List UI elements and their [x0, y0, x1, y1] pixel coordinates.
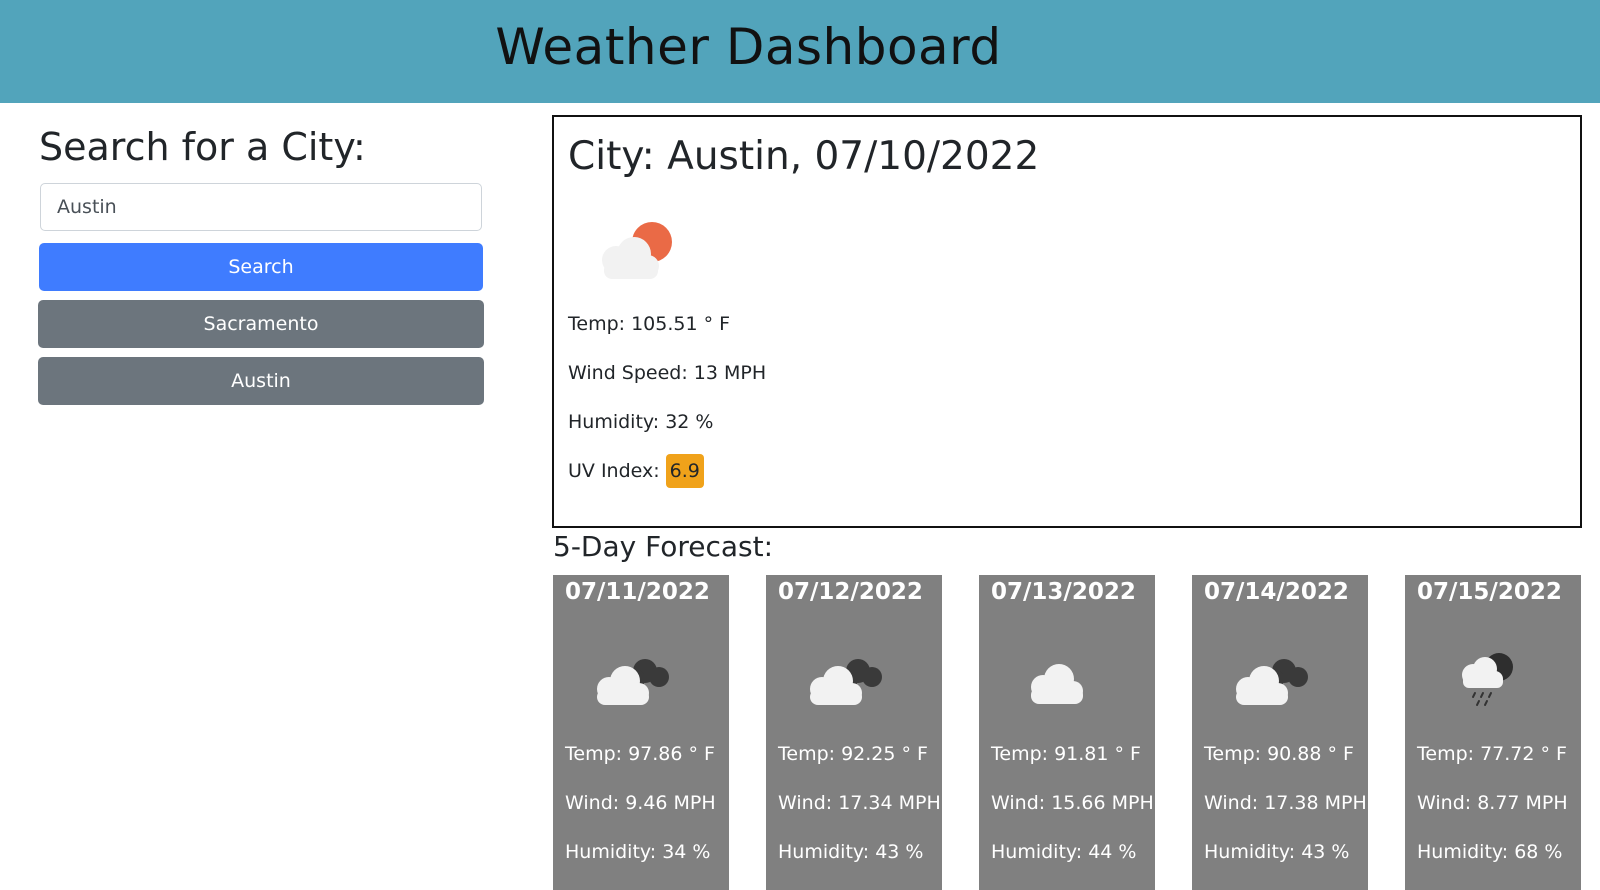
forecast-card: 07/13/2022 Temp: 91.81 ° F Wind: 15.66 M…: [979, 575, 1155, 890]
uv-index-badge: 6.9: [665, 454, 704, 488]
history-button-austin[interactable]: Austin: [38, 357, 484, 405]
forecast-wind: Wind: 15.66 MPH: [991, 792, 1154, 814]
forecast-date: 07/12/2022: [778, 579, 923, 605]
uv-index-row: UV Index: 6.9: [568, 454, 704, 488]
partly-cloudy-sun-icon: [584, 212, 684, 292]
forecast-wind: Wind: 8.77 MPH: [1417, 792, 1568, 814]
forecast-date: 07/11/2022: [565, 579, 710, 605]
app-header: Weather Dashboard: [0, 0, 1600, 103]
broken-clouds-icon: [796, 637, 896, 717]
forecast-wind: Wind: 17.34 MPH: [778, 792, 941, 814]
forecast-humidity: Humidity: 43 %: [778, 841, 924, 863]
current-temp: Temp: 105.51 ° F: [568, 313, 731, 335]
rain-cloud-icon: [1435, 637, 1535, 717]
city-search-input[interactable]: [40, 183, 482, 231]
forecast-title: 5-Day Forecast:: [553, 530, 774, 563]
forecast-date: 07/13/2022: [991, 579, 1136, 605]
forecast-temp: Temp: 77.72 ° F: [1417, 743, 1567, 765]
forecast-humidity: Humidity: 34 %: [565, 841, 711, 863]
forecast-temp: Temp: 92.25 ° F: [778, 743, 928, 765]
page-title: Weather Dashboard: [495, 18, 1002, 76]
forecast-card: 07/15/2022 Temp: 77.72 ° F Wind: 8.77 MP…: [1405, 575, 1581, 890]
current-humidity: Humidity: 32 %: [568, 411, 714, 433]
forecast-humidity: Humidity: 44 %: [991, 841, 1137, 863]
broken-clouds-icon: [1222, 637, 1322, 717]
current-weather-card: City: Austin, 07/10/2022 Temp: 105.51 ° …: [552, 115, 1582, 528]
search-panel: Search for a City: Search Sacramento Aus…: [38, 125, 484, 405]
history-button-sacramento[interactable]: Sacramento: [38, 300, 484, 348]
forecast-card: 07/11/2022 Temp: 97.86 ° F Wind: 9.46 MP…: [553, 575, 729, 890]
forecast-temp: Temp: 97.86 ° F: [565, 743, 715, 765]
forecast-card: 07/14/2022 Temp: 90.88 ° F Wind: 17.38 M…: [1192, 575, 1368, 890]
broken-clouds-icon: [583, 637, 683, 717]
cloud-icon: [1009, 637, 1109, 717]
search-heading: Search for a City:: [39, 125, 366, 169]
forecast-humidity: Humidity: 68 %: [1417, 841, 1563, 863]
forecast-temp: Temp: 90.88 ° F: [1204, 743, 1354, 765]
current-wind: Wind Speed: 13 MPH: [568, 362, 767, 384]
current-city-title: City: Austin, 07/10/2022: [568, 134, 1040, 179]
forecast-wind: Wind: 17.38 MPH: [1204, 792, 1367, 814]
forecast-card: 07/12/2022 Temp: 92.25 ° F Wind: 17.34 M…: [766, 575, 942, 890]
uv-index-label: UV Index:: [568, 460, 660, 482]
search-button[interactable]: Search: [39, 243, 483, 291]
forecast-temp: Temp: 91.81 ° F: [991, 743, 1141, 765]
forecast-humidity: Humidity: 43 %: [1204, 841, 1350, 863]
forecast-date: 07/15/2022: [1417, 579, 1562, 605]
forecast-wind: Wind: 9.46 MPH: [565, 792, 716, 814]
forecast-date: 07/14/2022: [1204, 579, 1349, 605]
